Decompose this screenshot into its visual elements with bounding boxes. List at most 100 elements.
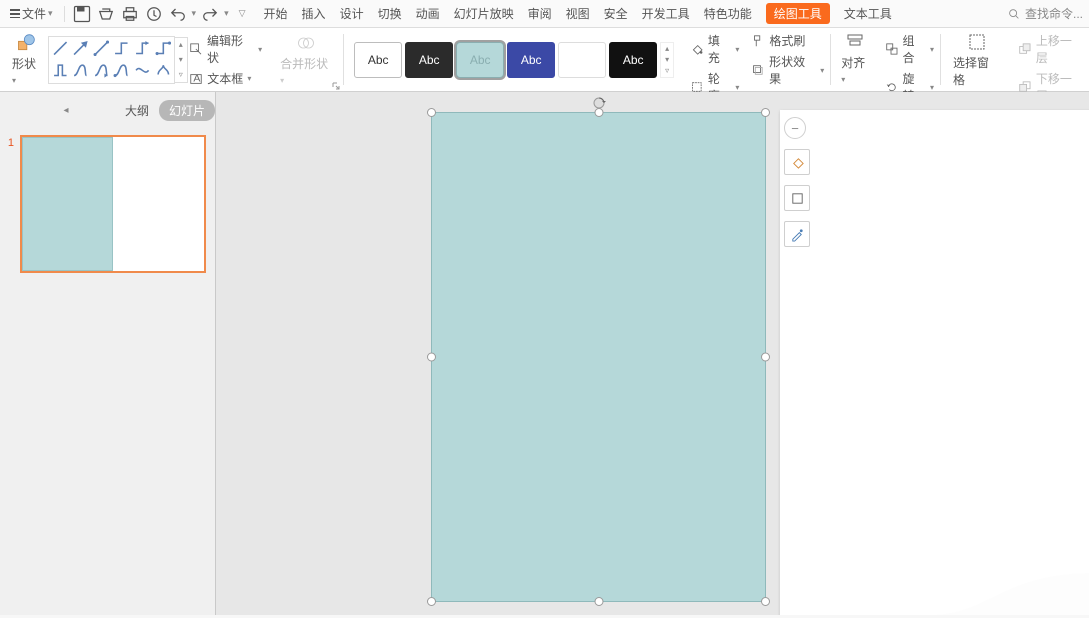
menu-tabs: 开始 插入 设计 切换 动画 幻灯片放映 审阅 视图 安全 开发工具 特色功能 …: [264, 3, 892, 24]
bring-forward-label: 上移一层: [1036, 32, 1083, 66]
outline-tool-button[interactable]: [784, 185, 810, 211]
print-preview-icon[interactable]: [96, 4, 116, 24]
merge-label: 合并形状: [280, 57, 328, 71]
selected-rectangle-shape[interactable]: [431, 112, 766, 602]
tab-start[interactable]: 开始: [264, 5, 288, 22]
tab-text-tools[interactable]: 文本工具: [844, 5, 892, 22]
brush-icon: [751, 34, 765, 48]
side-tabs: ◂ 大纲 幻灯片: [0, 92, 215, 129]
quick-print-icon[interactable]: [144, 4, 164, 24]
slide-thumb-1[interactable]: 1: [4, 135, 211, 273]
edit-shape-icon: [189, 42, 203, 56]
resize-handle-ne[interactable]: [761, 108, 770, 117]
edit-shape-label: 编辑形状: [207, 32, 254, 66]
tab-dev[interactable]: 开发工具: [642, 5, 690, 22]
zoom-out-button[interactable]: −: [784, 117, 806, 139]
tab-slideshow[interactable]: 幻灯片放映: [454, 5, 514, 22]
slide-canvas[interactable]: −: [216, 92, 1089, 615]
redo-dropdown[interactable]: ▾: [224, 8, 229, 19]
selection-pane-label: 选择窗格: [953, 54, 1000, 88]
title-bar: 文件 ▾ ▾ ▾ ▽ 开始 插入 设计 切换 动画 幻灯片放映 审阅 视图 安全…: [0, 0, 1089, 28]
ribbon-group-format: 格式刷 形状效果 ▾: [745, 28, 830, 91]
slide-thumbnails: 1: [0, 129, 215, 279]
undo-icon[interactable]: [168, 4, 188, 24]
chevron-down-icon: ▾: [48, 8, 53, 19]
style-swatch[interactable]: Abc: [456, 42, 504, 78]
tab-view[interactable]: 视图: [566, 5, 590, 22]
ribbon-group-merge: 合并形状▾: [268, 28, 343, 91]
content-area: ◂ 大纲 幻灯片 1: [0, 92, 1089, 615]
resize-handle-e[interactable]: [761, 353, 770, 362]
style-gallery-scroll[interactable]: ▴▾▿: [660, 42, 674, 78]
format-painter-label: 格式刷: [769, 32, 805, 49]
style-swatch[interactable]: Abc: [507, 42, 555, 78]
shapes-icon: [16, 33, 36, 53]
tab-animation[interactable]: 动画: [416, 5, 440, 22]
slide-panel: ◂ 大纲 幻灯片 1: [0, 92, 216, 615]
save-icon[interactable]: [72, 4, 92, 24]
fill-button[interactable]: 填充 ▾: [690, 32, 739, 66]
slide-preview: [20, 135, 206, 273]
style-swatch[interactable]: Abc: [405, 42, 453, 78]
align-label: 对齐: [841, 56, 865, 70]
slide-thumb-tab[interactable]: 幻灯片: [159, 100, 215, 121]
ribbon-group-edit: 编辑形状 ▾ A 文本框 ▾: [183, 28, 268, 91]
effects-label: 形状效果: [769, 53, 816, 87]
resize-handle-s[interactable]: [594, 597, 603, 606]
group-launcher[interactable]: [331, 80, 341, 90]
ribbon-group-order: 上移一层 下移一层: [1012, 28, 1089, 91]
tab-transition[interactable]: 切换: [378, 5, 402, 22]
ribbon-group-styles: AbcAbcAbcAbcAbcAbc▴▾▿: [344, 28, 684, 91]
textbox-button[interactable]: A 文本框 ▾: [189, 70, 262, 87]
shape-preview: [22, 137, 113, 271]
group-label: 组合: [902, 32, 926, 66]
bring-forward-button[interactable]: 上移一层: [1018, 32, 1083, 66]
fill-label: 填充: [708, 32, 732, 66]
qat-overflow[interactable]: ▽: [239, 8, 246, 19]
style-swatch[interactable]: Abc: [558, 42, 606, 78]
tab-insert[interactable]: 插入: [302, 5, 326, 22]
group-button[interactable]: 组合 ▾: [885, 32, 934, 66]
undo-dropdown[interactable]: ▾: [192, 8, 197, 19]
gallery-scroll[interactable]: ▴▾▿: [174, 37, 188, 83]
file-menu[interactable]: 文件 ▾: [6, 3, 57, 24]
shapes-gallery[interactable]: ▴▾▿: [48, 36, 176, 84]
tab-special[interactable]: 特色功能: [704, 5, 752, 22]
outline-tab[interactable]: 大纲: [125, 102, 149, 119]
slide-index: 1: [4, 135, 14, 149]
resize-handle-se[interactable]: [761, 597, 770, 606]
command-search[interactable]: 查找命令...: [1007, 5, 1083, 22]
insert-shape-button[interactable]: 形状▾: [6, 33, 46, 86]
ribbon-group-shapes: 形状▾ ▴▾▿: [0, 28, 183, 91]
shape-style-gallery[interactable]: AbcAbcAbcAbcAbcAbc▴▾▿: [350, 42, 678, 78]
eyedropper-button[interactable]: [784, 221, 810, 247]
effects-icon: [751, 63, 765, 77]
tab-security[interactable]: 安全: [604, 5, 628, 22]
tab-drawing-tools[interactable]: 绘图工具: [766, 3, 830, 24]
collapse-panel[interactable]: ◂: [59, 105, 73, 116]
tab-review[interactable]: 审阅: [528, 5, 552, 22]
shape-effects-button[interactable]: 形状效果 ▾: [751, 53, 824, 87]
bring-forward-icon: [1018, 42, 1032, 56]
redo-icon[interactable]: [200, 4, 220, 24]
format-painter-button[interactable]: 格式刷: [751, 32, 824, 49]
align-button[interactable]: 对齐▾: [837, 32, 872, 85]
resize-handle-w[interactable]: [427, 353, 436, 362]
merge-shapes-button: 合并形状▾: [274, 33, 337, 86]
resize-handle-n[interactable]: [594, 108, 603, 117]
style-swatch[interactable]: Abc: [609, 42, 657, 78]
decorative-curve: [929, 565, 1089, 615]
slide-page: [780, 110, 1089, 615]
selection-pane-button[interactable]: 选择窗格: [947, 32, 1006, 88]
style-swatch[interactable]: Abc: [354, 42, 402, 78]
fill-tool-button[interactable]: [784, 149, 810, 175]
separator: [64, 6, 65, 22]
resize-handle-nw[interactable]: [427, 108, 436, 117]
shape-label: 形状: [12, 57, 36, 71]
ribbon-group-arrange2: 组合 ▾ 旋转 ▾: [879, 28, 940, 91]
print-icon[interactable]: [120, 4, 140, 24]
resize-handle-sw[interactable]: [427, 597, 436, 606]
edit-shape-button[interactable]: 编辑形状 ▾: [189, 32, 262, 66]
textbox-icon: A: [189, 72, 203, 86]
tab-design[interactable]: 设计: [340, 5, 364, 22]
